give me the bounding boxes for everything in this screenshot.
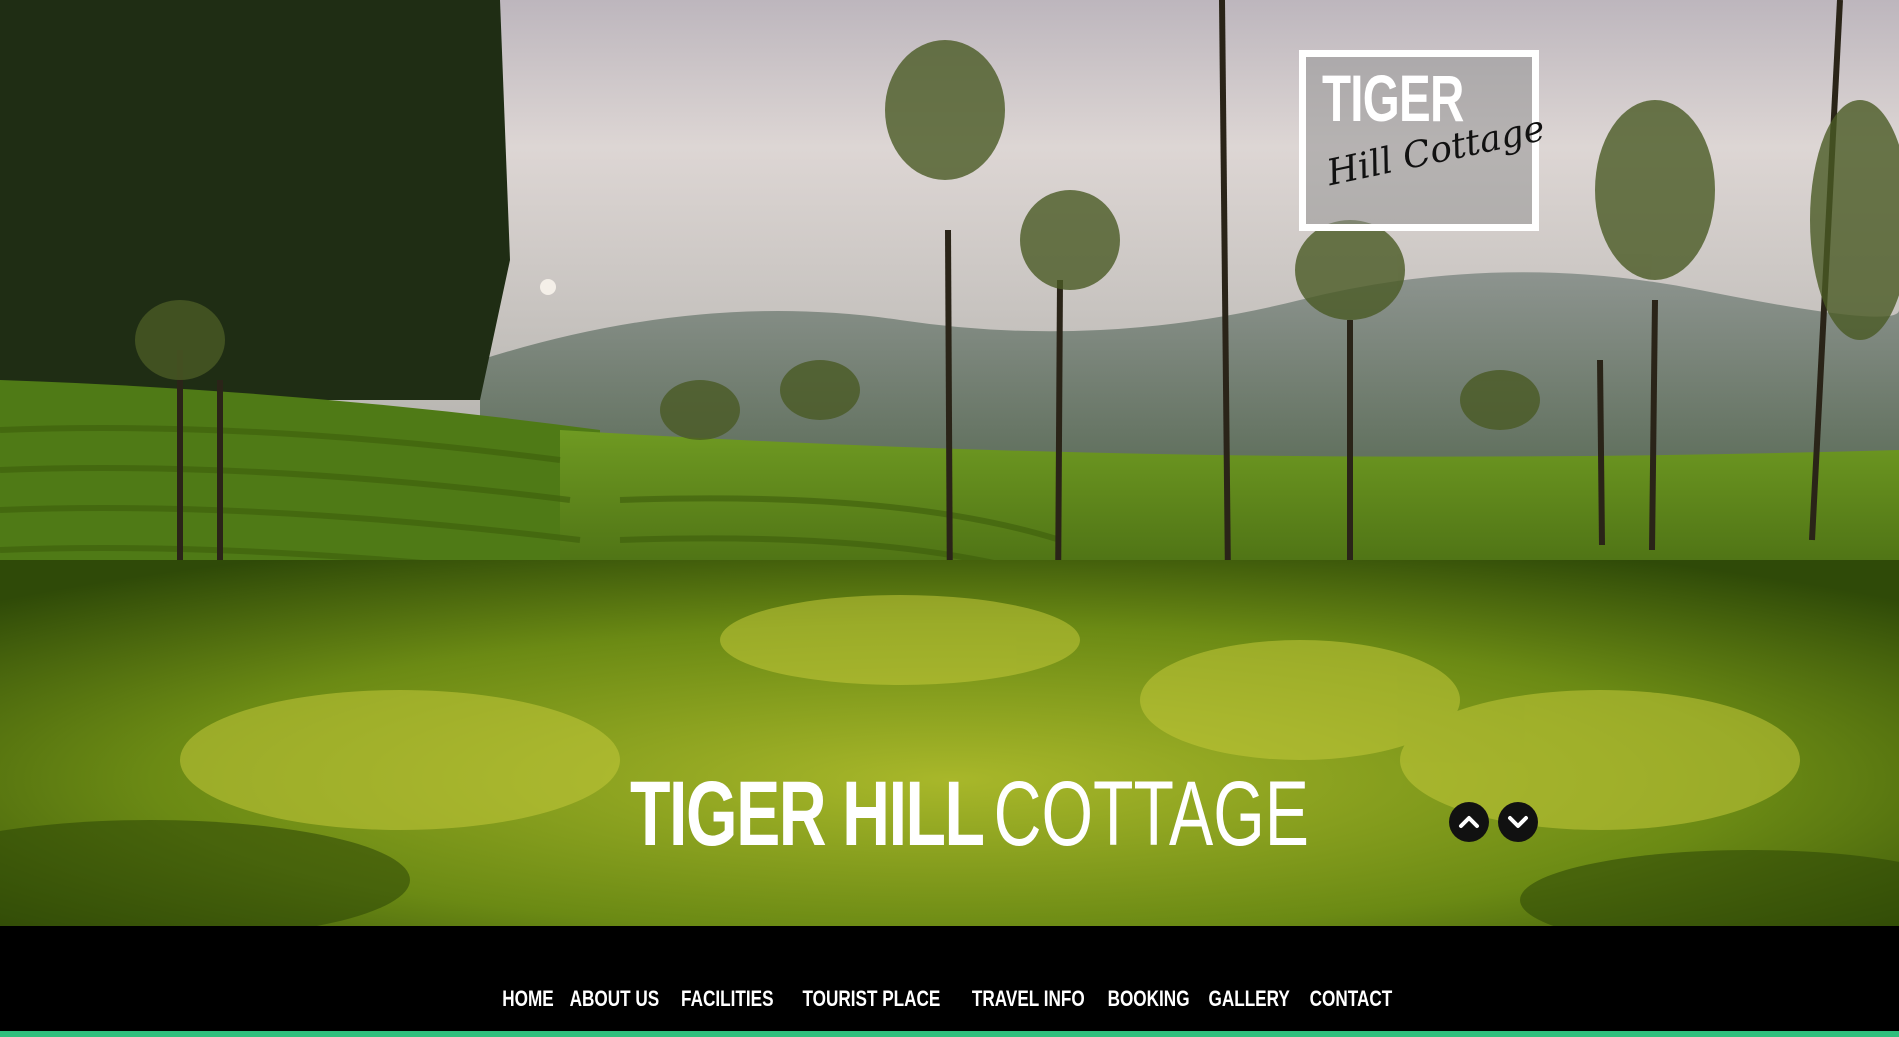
nav-home[interactable]: HOME [503, 986, 554, 1012]
nav-links: HOME ABOUT US FACILITIES TOURIST PLACE T… [0, 986, 1899, 1012]
nav-tourist-place[interactable]: TOURIST PLACE [802, 986, 940, 1012]
slider-next-button[interactable] [1498, 802, 1538, 842]
slider-prev-button[interactable] [1449, 802, 1489, 842]
hero-title-bold: TIGER HILL [630, 763, 985, 865]
nav-booking[interactable]: BOOKING [1108, 986, 1190, 1012]
nav-contact[interactable]: CONTACT [1309, 986, 1392, 1012]
nav-travel-info[interactable]: TRAVEL INFO [972, 986, 1085, 1012]
nav-gallery[interactable]: GALLERY [1209, 986, 1290, 1012]
hero-banner: TIGER Hill Cottage TIGER HILL COTTAGE [0, 0, 1899, 926]
chevron-up-icon [1459, 816, 1479, 828]
accent-bar [0, 1031, 1899, 1037]
logo-title: TIGER [1322, 61, 1464, 135]
nav-about-us[interactable]: ABOUT US [570, 986, 660, 1012]
hero-title: TIGER HILL COTTAGE [630, 768, 1309, 860]
main-navigation: HOME ABOUT US FACILITIES TOURIST PLACE T… [0, 926, 1899, 1031]
nav-facilities[interactable]: FACILITIES [681, 986, 773, 1012]
chevron-down-icon [1508, 816, 1528, 828]
site-logo[interactable]: TIGER Hill Cottage [1299, 50, 1548, 231]
hero-title-light: COTTAGE [993, 763, 1309, 865]
